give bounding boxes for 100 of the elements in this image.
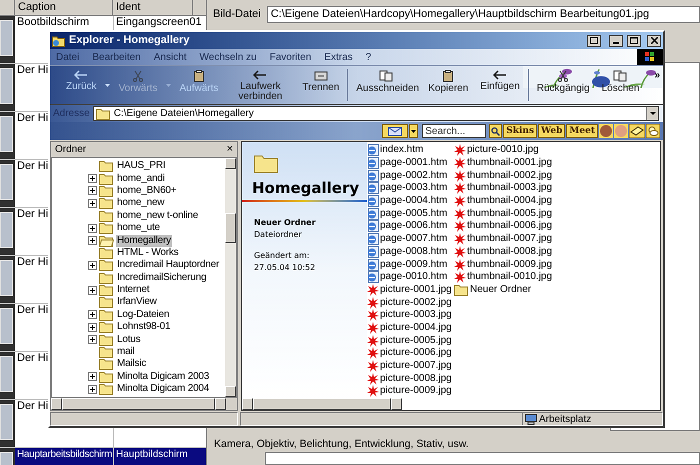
file-item[interactable]: page-0005.htm [380,208,448,220]
file-item[interactable]: page-0008.htm [380,246,448,258]
toolbar-button[interactable]: Laufwerk verbinden [224,66,296,104]
link-button[interactable]: Meet [566,124,598,138]
file-item[interactable]: page-0002.htm [380,170,448,182]
toolbar-button[interactable]: Ausschneiden [350,66,422,104]
menu-item[interactable]: Wechseln zu [200,50,257,64]
menu-item[interactable]: ? [366,50,372,64]
file-item[interactable]: thumbnail-0009.jpg [467,258,552,271]
tree-item[interactable]: home_BN60+ [116,184,178,197]
file-item[interactable]: picture-0008.jpg [380,372,452,385]
expand-icon[interactable] [88,186,97,196]
tree-item[interactable]: home_new [116,197,166,210]
file-item[interactable]: index.htm [380,144,424,156]
expand-icon[interactable] [88,286,97,295]
tree-item[interactable]: IncredimailSicherung [116,272,208,284]
file-item[interactable]: picture-0001.jpg [380,284,452,296]
file-item[interactable]: page-0006.htm [380,220,448,232]
tree-item[interactable]: HTML - Works [116,246,180,259]
expand-icon[interactable] [88,322,97,332]
expand-icon[interactable] [88,198,97,208]
tree-item[interactable]: HAUS_PRI [116,160,166,172]
expand-icon[interactable] [88,384,97,394]
tree-item[interactable]: Homegallery [116,234,172,247]
file-path-field[interactable]: C:\Eigene Dateien\Hardcopy\Homegallery\Hauptbildschirm Bearbeitung01.jpg [266,6,700,22]
file-item[interactable]: page-0001.htm [380,157,448,170]
menu-item[interactable]: Bearbeiten [92,50,141,64]
column-header[interactable]: Caption [15,0,113,15]
tree-item[interactable]: Mailsic [116,358,148,370]
toolbar-button[interactable]: Zurück [60,66,103,104]
file-item[interactable]: thumbnail-0002.jpg [467,170,552,182]
address-field[interactable]: C:\Eigene Dateien\Homegallery [92,106,659,121]
file-item[interactable]: picture-0004.jpg [380,322,452,334]
file-item[interactable]: Neuer Ordner [470,284,532,296]
file-item[interactable]: page-0003.htm [380,182,448,194]
file-item[interactable]: thumbnail-0007.jpg [467,233,552,246]
file-item[interactable]: thumbnail-0008.jpg [467,246,552,258]
file-item[interactable]: picture-0002.jpg [380,296,452,309]
minimize-button[interactable] [609,34,623,46]
toolbar-button[interactable]: Löschen [596,66,646,104]
caret-icon [105,84,110,86]
toolbar-button[interactable]: Kopieren [422,66,474,104]
toolbar-button[interactable]: Rückgängig [530,66,596,104]
expand-icon[interactable] [88,310,97,320]
expand-icon[interactable] [88,260,97,270]
mail-button[interactable] [382,124,408,138]
file-item[interactable]: thumbnail-0001.jpg [467,157,552,170]
search-field[interactable]: Search... [422,124,486,138]
file-item[interactable]: thumbnail-0006.jpg [467,220,552,232]
expand-icon[interactable] [88,236,97,246]
expand-icon[interactable] [88,174,97,184]
file-item[interactable]: picture-0007.jpg [380,360,452,372]
file-item[interactable]: picture-0005.jpg [380,334,452,347]
search-button[interactable] [489,124,502,138]
tree-item[interactable]: Internet [116,284,150,296]
tree-item[interactable]: Minolta Digicam 2003 [116,370,210,383]
tree-item[interactable]: Minolta Digicam 2004 [116,383,210,396]
close-button[interactable] [647,34,661,46]
tree-item[interactable]: mail [116,346,136,358]
file-item[interactable]: page-0009.htm [380,258,448,271]
file-item[interactable]: picture-0003.jpg [380,309,452,322]
tree-item[interactable]: home_andi [116,172,166,185]
file-item[interactable]: thumbnail-0003.jpg [467,182,552,194]
expand-icon[interactable] [88,372,97,382]
window-menu-button[interactable] [587,34,601,46]
more-button[interactable]: » [651,66,663,83]
close-button[interactable]: × [226,144,233,155]
tree-item[interactable]: home_ute [116,222,161,234]
vertical-scrollbar[interactable] [225,158,236,397]
dropdown-button[interactable] [409,124,418,138]
file-item[interactable]: page-0010.htm [380,271,448,284]
file-item[interactable]: page-0004.htm [380,195,448,208]
toolbar-button[interactable]: Einfügen [474,66,526,104]
link-button[interactable]: Skins [503,124,538,138]
tree-item[interactable]: Lohnst98-01 [116,321,172,334]
maximize-button[interactable] [627,34,641,46]
menu-item[interactable]: Favoriten [270,50,312,64]
description-field[interactable] [265,452,700,465]
expand-icon[interactable] [88,224,97,233]
file-item[interactable]: thumbnail-0010.jpg [467,271,552,284]
tree-item[interactable]: home_new t-online [116,210,200,222]
toolbar-button[interactable]: Trennen [296,66,346,104]
tree-item[interactable]: Log-Dateien [116,308,170,321]
file-item[interactable]: thumbnail-0005.jpg [467,208,552,220]
expand-icon[interactable] [88,335,97,344]
tree-item[interactable]: Incredimail Hauptordner [116,259,220,272]
menu-item[interactable]: Extras [324,50,353,64]
horizontal-scrollbar[interactable] [242,398,402,410]
menu-item[interactable]: Ansicht [154,50,187,64]
tree-item[interactable]: IrfanView [116,296,158,308]
file-item[interactable]: picture-0006.jpg [380,347,452,360]
file-item[interactable]: picture-0009.jpg [380,385,452,398]
file-item[interactable]: page-0007.htm [380,233,448,246]
link-button[interactable]: Web [538,124,566,138]
horizontal-scrollbar[interactable] [51,398,226,410]
tree-item[interactable]: Lotus [116,334,142,346]
file-item[interactable]: picture-0010.jpg [467,144,539,156]
dropdown-button[interactable] [646,107,658,120]
column-header[interactable]: Ident [113,0,193,15]
file-item[interactable]: thumbnail-0004.jpg [467,195,552,208]
